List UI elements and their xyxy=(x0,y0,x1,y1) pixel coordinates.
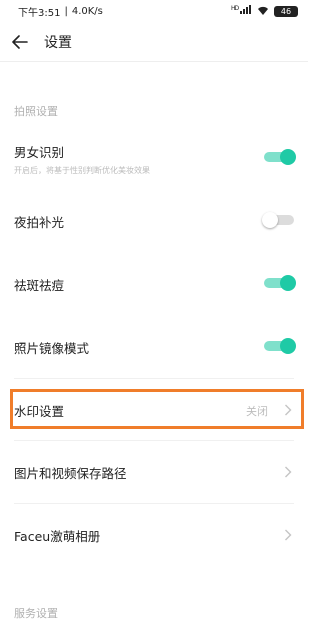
section-header-service: 服务设置 xyxy=(14,607,58,620)
chevron-right-icon xyxy=(285,466,292,478)
row-divider xyxy=(14,378,294,379)
toggle-knob xyxy=(262,212,278,228)
toggle-knob xyxy=(280,275,296,291)
night-fill-light-toggle[interactable] xyxy=(262,212,294,228)
wifi-icon xyxy=(258,6,268,16)
section-header-photo: 拍照设置 xyxy=(14,105,58,118)
photo-mirror-toggle[interactable] xyxy=(264,338,296,354)
gender-recognition-label: 男女识别 xyxy=(14,145,65,160)
page-title: 设置 xyxy=(44,35,72,51)
setting-row-save-path[interactable]: 图片和视频保存路径 xyxy=(0,463,308,483)
watermark-highlight-frame xyxy=(10,389,304,429)
faceu-album-label: Faceu激萌相册 xyxy=(14,529,101,544)
status-right: HD 46 xyxy=(231,5,298,17)
row-divider xyxy=(14,503,294,504)
blemish-removal-label: 祛斑祛痘 xyxy=(14,278,65,293)
toggle-knob xyxy=(280,149,296,165)
photo-mirror-label: 照片镜像模式 xyxy=(14,341,90,356)
header-divider xyxy=(0,61,308,62)
setting-row-blemish-removal[interactable]: 祛斑祛痘 xyxy=(0,275,308,295)
gender-recognition-toggle[interactable] xyxy=(264,149,296,165)
toggle-knob xyxy=(280,338,296,354)
status-network-speed: 4.0K/s xyxy=(71,5,103,17)
back-button[interactable] xyxy=(0,22,40,62)
status-left: 下午3:51 | 4.0K/s xyxy=(18,4,103,19)
signal-bars-icon xyxy=(240,5,251,14)
setting-row-night-fill-light[interactable]: 夜拍补光 xyxy=(0,212,308,232)
setting-row-faceu-album[interactable]: Faceu激萌相册 xyxy=(0,526,308,546)
status-time: 下午3:51 xyxy=(18,7,61,19)
setting-row-photo-mirror[interactable]: 照片镜像模式 xyxy=(0,338,308,358)
nav-bar: 设置 xyxy=(0,22,308,62)
blemish-removal-toggle[interactable] xyxy=(264,275,296,291)
chevron-right-icon xyxy=(285,529,292,541)
gender-recognition-description: 开启后，将基于性别判断优化美妆效果 xyxy=(14,166,150,175)
signal-label: HD xyxy=(230,5,239,12)
status-bar: 下午3:51 | 4.0K/s HD 46 xyxy=(0,0,308,22)
back-arrow-icon xyxy=(12,35,28,49)
signal-icon: HD xyxy=(231,5,252,17)
row-divider xyxy=(14,440,294,441)
setting-row-gender-recognition[interactable]: 男女识别 开启后，将基于性别判断优化美妆效果 xyxy=(0,142,308,182)
battery-icon: 46 xyxy=(274,5,298,17)
status-separator: | xyxy=(64,5,68,17)
night-fill-light-label: 夜拍补光 xyxy=(14,215,65,230)
save-path-label: 图片和视频保存路径 xyxy=(14,466,127,481)
